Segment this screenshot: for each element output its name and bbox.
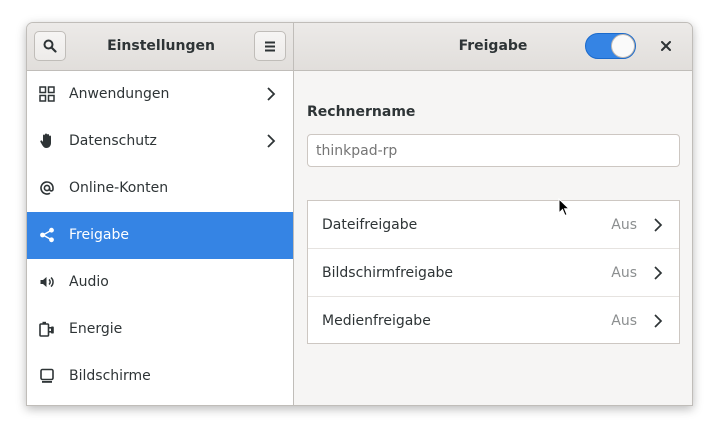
row-label: Medienfreigabe [322,313,431,329]
sidebar-item-label: Online-Konten [69,180,169,196]
sidebar-item-bildschirme[interactable]: Bildschirme [27,353,293,400]
close-icon [661,41,671,51]
header-bar: Einstellungen Freigabe [27,23,692,71]
sidebar-item-label: Bildschirme [69,368,151,384]
speaker-icon [40,276,54,288]
at-icon [40,181,54,195]
hamburger-menu-icon [265,41,275,51]
status-label: Aus [611,217,637,233]
header-separator [293,23,294,70]
sidebar-item-label: Audio [69,274,109,290]
sidebar-item-audio[interactable]: Audio [27,259,293,306]
sharing-options-list: Dateifreigabe Aus Bildschirmfreigabe Aus… [307,200,680,344]
sharing-panel: Rechnername Dateifreigabe Aus Bildschirm… [294,71,692,405]
chevron-right-icon [267,87,276,101]
row-label: Dateifreigabe [322,217,418,233]
close-button[interactable] [653,33,679,59]
status-label: Aus [611,313,637,329]
computer-name-input[interactable] [307,134,680,167]
mouse-cursor-icon [558,198,570,217]
sharing-toggle-switch[interactable] [585,33,636,59]
settings-title: Einstellungen [107,38,215,54]
apps-grid-icon [39,86,55,102]
row-label: Bildschirmfreigabe [322,265,454,281]
sidebar-item-label: Anwendungen [69,86,170,102]
main-menu-button[interactable] [254,31,286,61]
sidebar-item-freigabe[interactable]: Freigabe [27,212,293,259]
computer-name-heading: Rechnername [307,104,416,120]
sidebar-item-label: Datenschutz [69,133,157,149]
power-plug-icon [39,321,54,337]
chevron-right-icon [654,314,663,328]
chevron-right-icon [654,266,663,280]
settings-window: Einstellungen Freigabe Anwendungen Daten… [26,22,693,406]
row-dateifreigabe[interactable]: Dateifreigabe Aus [308,201,679,249]
status-label: Aus [611,265,637,281]
sidebar: Anwendungen Datenschutz Online-Konten Fr… [27,71,294,405]
hand-icon [40,133,51,148]
sidebar-item-label: Freigabe [69,227,129,243]
search-icon [43,39,57,53]
switch-knob [611,34,635,58]
sidebar-item-energie[interactable]: Energie [27,306,293,353]
share-icon [40,227,54,243]
sidebar-item-label: Energie [69,321,123,337]
sidebar-item-online-konten[interactable]: Online-Konten [27,165,293,212]
chevron-right-icon [267,134,276,148]
monitor-icon [40,368,54,383]
sidebar-item-datenschutz[interactable]: Datenschutz [27,118,293,165]
sidebar-item-anwendungen[interactable]: Anwendungen [27,71,293,118]
search-button[interactable] [34,31,66,61]
row-medienfreigabe[interactable]: Medienfreigabe Aus [308,296,679,345]
row-bildschirmfreigabe[interactable]: Bildschirmfreigabe Aus [308,248,679,297]
chevron-right-icon [654,218,663,232]
panel-title: Freigabe [458,38,528,54]
